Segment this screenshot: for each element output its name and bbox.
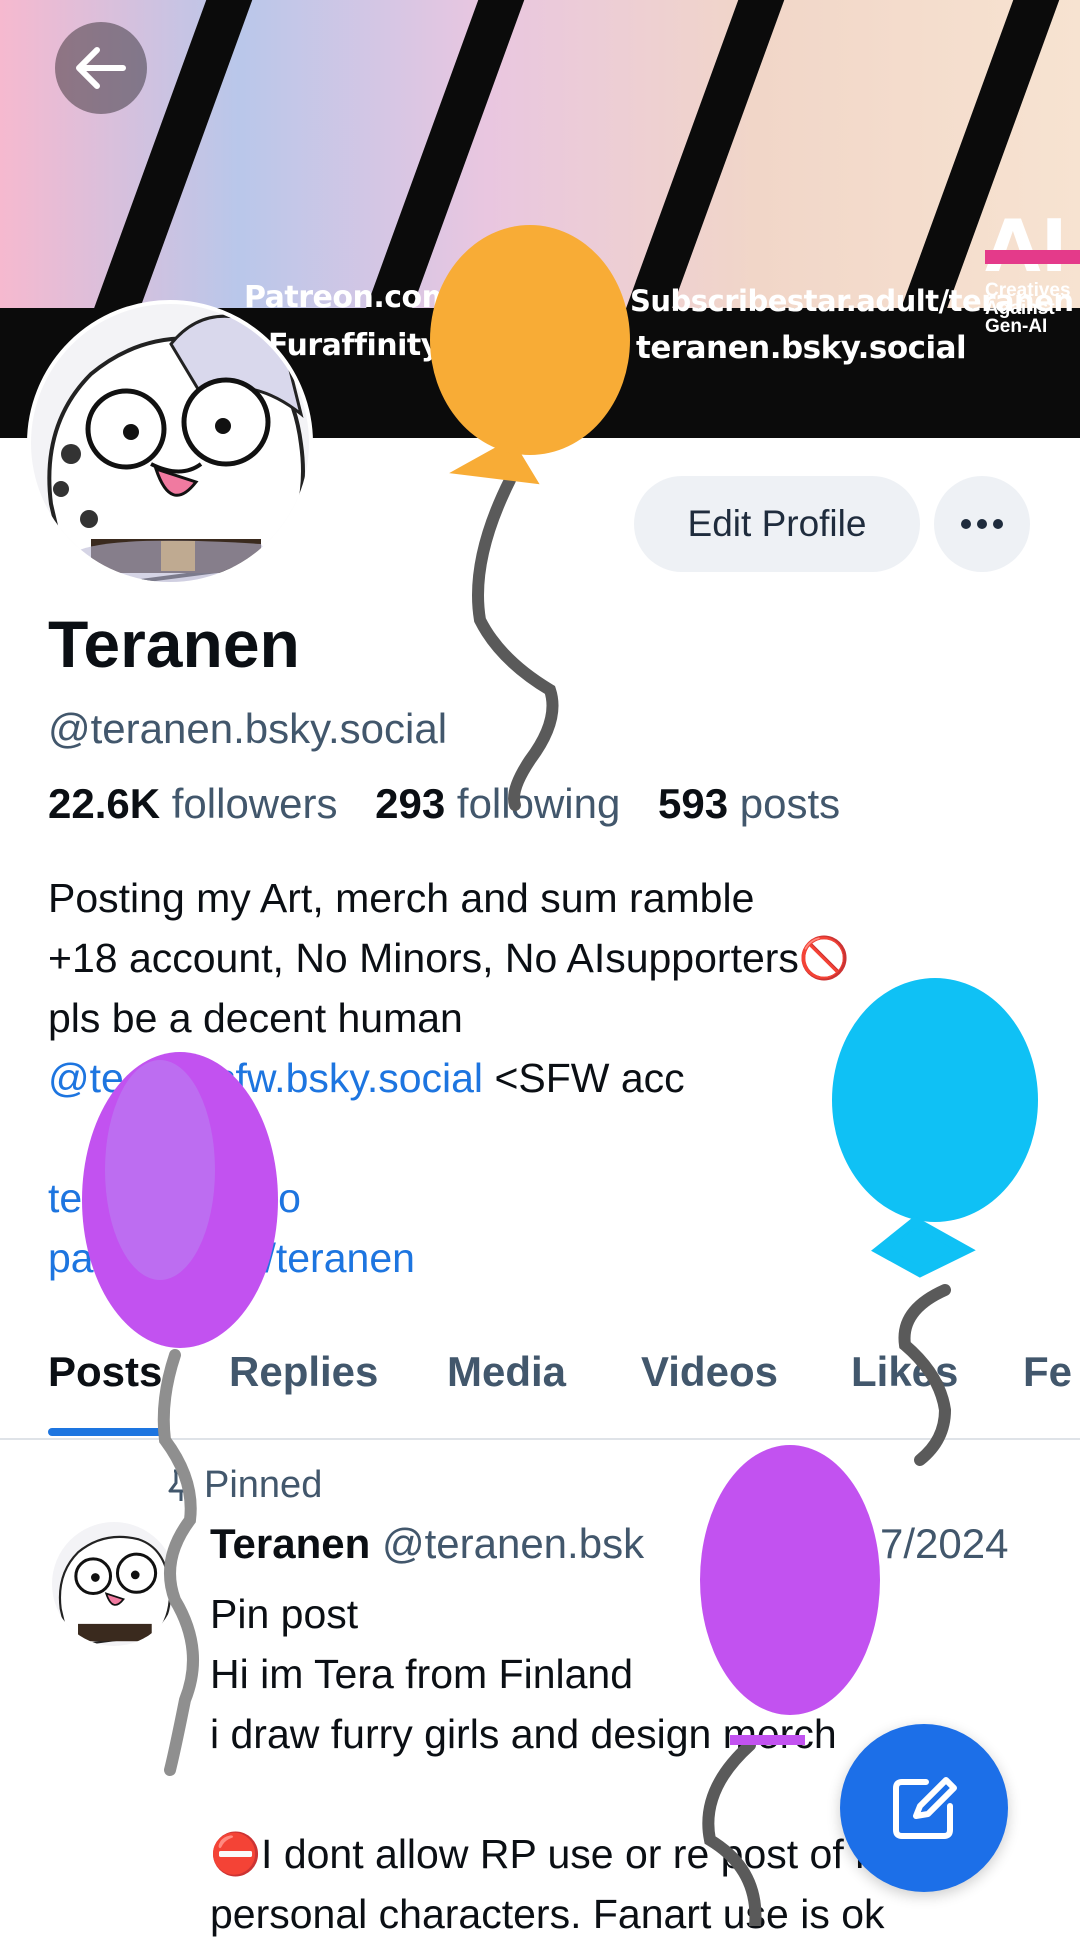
post-body[interactable]: Pin post Hi im Tera from Finland i draw … <box>210 1584 910 1944</box>
post-author-handle: @teranen.bsk <box>381 1520 645 1567</box>
post-line-6: personal characters. Fanart use is ok <box>210 1891 885 1937</box>
ai-badge-bar <box>985 250 1080 264</box>
profile-handle: @teranen.bsky.social <box>48 705 448 752</box>
creatives-against-genai-badge: AI Creatives Against Gen-AI <box>985 210 1080 370</box>
posts-label: posts <box>739 780 841 827</box>
post-line-5: ⛔I dont allow RP use or re post of my <box>210 1831 910 1877</box>
more-options-button[interactable] <box>934 476 1030 572</box>
more-dots-icon <box>961 519 1003 529</box>
profile-display-name: Teranen <box>48 607 300 681</box>
back-button[interactable] <box>55 22 147 114</box>
avatar-image <box>31 304 309 582</box>
bio-carrd-link[interactable]: te rrd.co <box>48 1175 301 1221</box>
post-author-name[interactable]: Teranen <box>210 1520 370 1567</box>
post-avatar-image <box>52 1522 176 1646</box>
compose-icon <box>893 1777 957 1839</box>
post-line-3: i draw furry girls and design merch <box>210 1711 837 1757</box>
edit-profile-button[interactable]: Edit Profile <box>634 476 920 572</box>
following-count: 293 <box>375 780 446 827</box>
posts-count: 593 <box>658 780 729 827</box>
followers-label: followers <box>171 780 338 827</box>
followers-link[interactable]: 22.6K followers <box>48 780 337 827</box>
bio-line-1: Posting my Art, merch and sum ramble <box>48 875 755 921</box>
active-tab-indicator <box>48 1428 168 1436</box>
tab-replies[interactable]: Replies <box>229 1348 378 1396</box>
ai-badge-big: AI <box>985 204 1068 288</box>
tab-posts[interactable]: Posts <box>48 1348 162 1396</box>
following-label: following <box>456 780 621 827</box>
pinned-label: Pinned <box>204 1464 323 1506</box>
profile-avatar[interactable] <box>27 300 313 586</box>
bio-line-2: +18 account, No Minors, No AIsupporters🚫 <box>48 935 850 981</box>
back-arrow-icon <box>76 47 126 89</box>
pin-icon <box>168 1469 194 1501</box>
bio-line-3: pls be a decent human <box>48 995 463 1041</box>
post-line-1: Pin post <box>210 1591 359 1637</box>
ai-badge-line3: Gen-AI <box>985 316 1048 337</box>
banner-furaffinity-text: Furaffinity.ne <box>268 328 489 363</box>
tab-videos[interactable]: Videos <box>641 1348 778 1396</box>
profile-bio: Posting my Art, merch and sum ramble +18… <box>48 868 850 1288</box>
post-header: Teranen @teranen.bsk <box>210 1520 644 1568</box>
bio-line-4-text: <SFW acc <box>483 1055 685 1101</box>
tab-feeds[interactable]: Fe <box>1023 1348 1072 1396</box>
tab-likes[interactable]: Likes <box>851 1348 958 1396</box>
compose-post-button[interactable] <box>840 1724 1008 1892</box>
bio-patreon-link[interactable]: pa om/teranen <box>48 1235 415 1281</box>
banner-patreon-text: Patreon.com/ <box>244 280 463 315</box>
posts-stat: 593 posts <box>658 780 840 827</box>
banner-bsky-text: teranen.bsky.social <box>636 330 967 366</box>
profile-stats: 22.6K followers 293 following 593 posts <box>48 780 840 828</box>
bio-sfw-account-link[interactable]: @te sfw.bsky.social <box>48 1055 483 1101</box>
post-date: 7/2024 <box>880 1520 1009 1567</box>
post-author-avatar[interactable] <box>52 1522 176 1646</box>
post-line-2: Hi im Tera from Finland <box>210 1651 634 1697</box>
followers-count: 22.6K <box>48 780 161 827</box>
following-link[interactable]: 293 following <box>375 780 620 827</box>
tab-media[interactable]: Media <box>447 1348 566 1396</box>
pinned-indicator: Pinned <box>166 1464 322 1507</box>
profile-tabs: Posts Replies Media Videos Likes Fe <box>0 1330 1080 1440</box>
